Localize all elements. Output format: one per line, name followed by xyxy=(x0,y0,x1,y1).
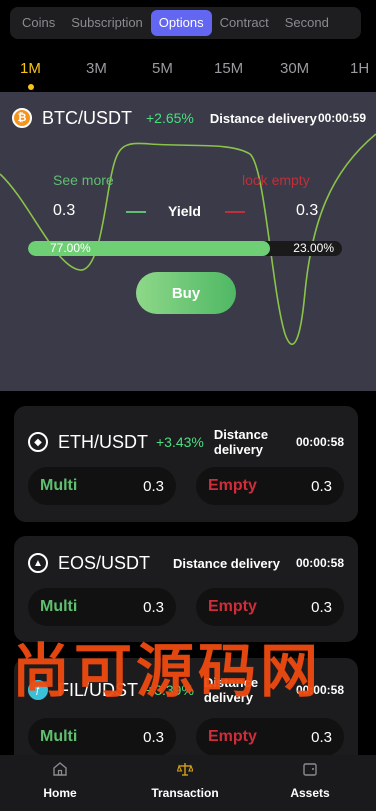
yield-label: Yield xyxy=(168,203,201,219)
multi-value: 0.3 xyxy=(143,477,164,495)
empty-button[interactable]: Empty 0.3 xyxy=(196,588,344,626)
more-value: 0.3 xyxy=(53,202,76,219)
featured-option-panel: ₿ BTC/USDT +2.65% Distance delivery 00:0… xyxy=(0,92,376,391)
tab-subscription[interactable]: Subscription xyxy=(63,10,151,36)
market-type-tabs: Coins Subscription Options Contract Seco… xyxy=(10,7,361,39)
option-card-eth[interactable]: ◆ ETH/USDT +3.43% Distance delivery 00:0… xyxy=(14,406,358,522)
empty-label: Empty xyxy=(208,598,257,615)
timeframe-1m[interactable]: 1M xyxy=(20,60,41,77)
scale-icon xyxy=(176,763,194,776)
tab-options[interactable]: Options xyxy=(150,10,212,36)
featured-timer: 00:00:59 xyxy=(317,111,366,125)
tab-second[interactable]: Second xyxy=(277,10,337,36)
card-pair: EOS/USDT xyxy=(58,552,151,573)
empty-label: Empty xyxy=(208,728,257,745)
featured-header: ₿ BTC/USDT +2.65% Distance delivery 00:0… xyxy=(12,106,366,130)
empty-line xyxy=(225,211,245,213)
nav-home[interactable]: Home xyxy=(15,761,105,800)
btc-icon: ₿ xyxy=(12,108,32,128)
empty-value: 0.3 xyxy=(311,728,332,746)
nav-transaction[interactable]: Transaction xyxy=(140,761,230,800)
timeframe-1h[interactable]: 1H xyxy=(350,60,369,77)
tab-coins[interactable]: Coins xyxy=(14,10,63,36)
eos-icon: ▲ xyxy=(28,553,48,573)
card-header: ◆ ETH/USDT +3.43% Distance delivery 00:0… xyxy=(28,426,344,458)
buy-button[interactable]: Buy xyxy=(136,272,236,314)
nav-assets-label: Assets xyxy=(290,786,330,800)
timeframe-3m[interactable]: 3M xyxy=(86,60,107,77)
card-timer: 00:00:58 xyxy=(295,435,344,449)
card-change: +3.43% xyxy=(156,434,204,450)
featured-change: +2.65% xyxy=(146,110,194,126)
multi-label: Multi xyxy=(40,477,78,494)
ratio-progress-bar: 77.00% 23.00% xyxy=(28,241,342,256)
timeframe-30m[interactable]: 30M xyxy=(280,60,309,77)
empty-value: 0.3 xyxy=(311,477,332,495)
watermark: 尚可源码网 xyxy=(12,637,323,705)
card-distance-label: Distance delivery xyxy=(173,555,280,571)
look-empty-label: look empty xyxy=(242,172,310,188)
multi-label: Multi xyxy=(40,598,78,615)
empty-button[interactable]: Empty 0.3 xyxy=(196,718,344,756)
multi-label: Multi xyxy=(40,728,78,745)
wallet-icon xyxy=(303,763,317,776)
timeframe-5m[interactable]: 5M xyxy=(152,60,173,77)
empty-value: 0.3 xyxy=(296,202,319,219)
card-distance-label: Distance delivery xyxy=(213,427,269,457)
empty-value: 0.3 xyxy=(311,598,332,616)
multi-button[interactable]: Multi 0.3 xyxy=(28,467,176,505)
progress-left-label: 77.00% xyxy=(50,241,91,255)
home-icon xyxy=(53,762,67,776)
featured-distance-label: Distance delivery xyxy=(209,110,317,126)
multi-value: 0.3 xyxy=(143,598,164,616)
empty-label: Empty xyxy=(208,477,257,494)
bottom-navigation: Home Transaction Assets xyxy=(0,755,376,811)
nav-home-label: Home xyxy=(43,786,77,800)
nav-assets[interactable]: Assets xyxy=(265,761,355,800)
card-pair: ETH/USDT xyxy=(58,431,148,452)
timeframe-15m[interactable]: 15M xyxy=(214,60,243,77)
tab-contract[interactable]: Contract xyxy=(212,10,277,36)
active-timeframe-indicator xyxy=(28,84,34,90)
nav-transaction-label: Transaction xyxy=(151,786,219,800)
multi-button[interactable]: Multi 0.3 xyxy=(28,718,176,756)
timeframe-tabs: 1M 3M 5M 15M 30M 1H xyxy=(0,56,376,88)
more-line xyxy=(126,211,146,213)
card-timer: 00:00:58 xyxy=(295,556,344,570)
see-more-label: See more xyxy=(53,172,114,188)
progress-right-label: 23.00% xyxy=(293,241,334,255)
empty-button[interactable]: Empty 0.3 xyxy=(196,467,344,505)
featured-pair: BTC/USDT xyxy=(42,107,132,128)
card-header: ▲ EOS/USDT Distance delivery 00:00:58 xyxy=(28,552,344,574)
multi-button[interactable]: Multi 0.3 xyxy=(28,588,176,626)
multi-value: 0.3 xyxy=(143,728,164,746)
eth-icon: ◆ xyxy=(28,432,48,452)
